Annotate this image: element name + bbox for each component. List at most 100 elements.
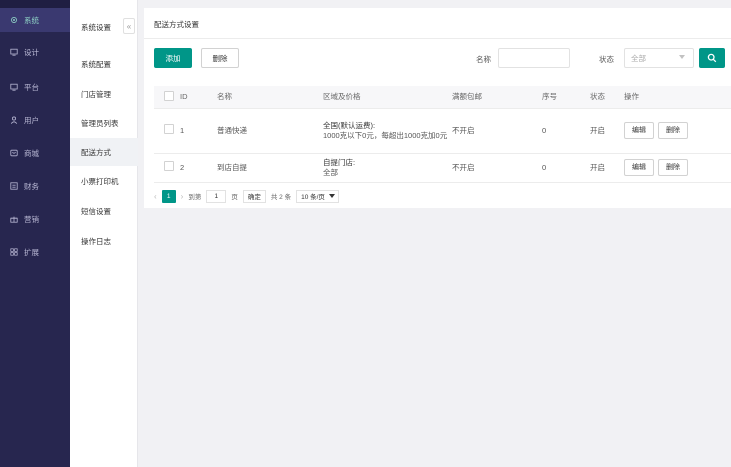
current-page-button[interactable]: 1 (161, 189, 176, 203)
cell-order: 0 (542, 153, 590, 183)
select-all-cell (154, 86, 180, 109)
page-unit-label: 页 (231, 194, 238, 201)
delete-button-label: 删除 (212, 53, 228, 63)
delete-button[interactable]: 删除 (658, 122, 688, 139)
subnav-item-receipt-printer[interactable]: 小票打印机 (70, 167, 138, 195)
sidebar-item-design[interactable]: 设计 (0, 40, 70, 64)
subnav-item-label: 系统配置 (81, 59, 111, 69)
gear-icon (10, 16, 18, 24)
goto-label: 到第 (188, 194, 202, 201)
page-size-value: 10 条/页 (301, 194, 325, 201)
cell-name: 普通快递 (217, 108, 323, 154)
cell-free-shipping: 不开启 (452, 153, 542, 183)
subnav-item-label: 门店管理 (81, 89, 111, 99)
next-page-button[interactable]: › (181, 192, 184, 201)
prev-page-button[interactable]: ‹ (154, 192, 157, 201)
name-filter-label: 名称 (476, 55, 491, 64)
total-count: 共 2 条 (270, 194, 292, 201)
search-icon (707, 53, 717, 63)
sidebar-item-label: 用户 (24, 115, 39, 125)
subnav-item-label: 操作日志 (81, 236, 111, 246)
subnav-item-sms-settings[interactable]: 短信设置 (70, 197, 138, 225)
subnav-item-operation-log[interactable]: 操作日志 (70, 227, 138, 255)
sidebar-item-label: 扩展 (24, 247, 39, 257)
col-header-name: 名称 (217, 86, 323, 109)
subnav-item-store-management[interactable]: 门店管理 (70, 80, 138, 108)
row-checkbox[interactable] (164, 124, 174, 134)
sidebar-item-label: 财务 (24, 181, 39, 191)
col-header-region-price: 区域及价格 (323, 86, 452, 109)
table-header-row: ID 名称 区域及价格 满额包邮 序号 状态 操作 (154, 86, 731, 109)
collapse-button[interactable]: « (123, 18, 135, 34)
delivery-settings-card: 配送方式设置 添加 删除 名称 状态 全部 ID 名称 区域及价格 满额包邮 序… (144, 8, 731, 208)
col-header-free-shipping: 满额包邮 (452, 86, 542, 109)
row-checkbox[interactable] (164, 161, 174, 171)
user-icon (10, 116, 18, 124)
sidebar-item-users[interactable]: 用户 (0, 108, 70, 132)
row-select-cell (154, 108, 180, 154)
table-row: 1 普通快递 全国(默认运费): 1000克以下0元，每超出1000克加0元 不… (154, 108, 731, 154)
subnav-item-admin-list[interactable]: 管理员列表 (70, 109, 138, 137)
subnav-item-label: 系统设置 (81, 22, 111, 32)
cell-region-price: 自提门店: 全部 (323, 153, 452, 183)
sidebar-top-strip (0, 0, 70, 8)
desktop-icon (10, 83, 18, 91)
grid-icon (10, 248, 18, 256)
col-header-order: 序号 (542, 86, 590, 109)
chevron-down-icon (679, 55, 685, 59)
subnav-item-label: 短信设置 (81, 206, 111, 216)
add-button-label: 添加 (165, 53, 181, 63)
col-header-id: ID (180, 86, 217, 109)
subnav-item-system-config[interactable]: 系统配置 (70, 50, 138, 78)
page-size-select[interactable]: 10 条/页 (296, 189, 339, 203)
delete-button[interactable]: 删除 (658, 159, 688, 176)
status-select[interactable]: 全部 (624, 48, 694, 68)
subnav-item-label: 配送方式 (81, 147, 111, 157)
goto-page-input[interactable]: 1 (206, 189, 227, 203)
sidebar-item-extend[interactable]: 扩展 (0, 240, 70, 264)
edit-button[interactable]: 编辑 (624, 122, 654, 139)
add-button[interactable]: 添加 (154, 48, 192, 68)
delivery-methods-table: ID 名称 区域及价格 满额包邮 序号 状态 操作 1 普通快递 全国(默认运费… (154, 86, 731, 183)
col-header-status: 状态 (590, 86, 624, 109)
main-content: 配送方式设置 添加 删除 名称 状态 全部 ID 名称 区域及价格 满额包邮 序… (138, 0, 731, 467)
name-search-input[interactable] (498, 48, 570, 68)
search-button[interactable] (699, 48, 725, 68)
cell-region-price: 全国(默认运费): 1000克以下0元，每超出1000克加0元 (323, 108, 452, 154)
divider (144, 38, 731, 39)
sidebar-item-mall[interactable]: 商城 (0, 141, 70, 165)
cell-status: 开启 (590, 153, 624, 183)
cell-order: 0 (542, 108, 590, 154)
row-select-cell (154, 153, 180, 183)
select-all-checkbox[interactable] (164, 90, 174, 101)
main-sidebar: 系统 设计 平台 用户 商城 财务 营销 扩展 (0, 0, 70, 467)
batch-delete-button[interactable]: 删除 (201, 48, 239, 68)
sidebar-item-marketing[interactable]: 营销 (0, 207, 70, 231)
status-select-value: 全部 (631, 53, 646, 63)
finance-icon (10, 182, 18, 190)
store-icon (10, 149, 18, 157)
region-title: 全国(默认运费): (323, 120, 376, 130)
sidebar-item-label: 系统 (24, 15, 39, 25)
gift-icon (10, 215, 18, 223)
col-header-actions: 操作 (624, 86, 731, 109)
sidebar-item-platform[interactable]: 平台 (0, 75, 70, 99)
subnav-item-delivery-methods[interactable]: 配送方式 (70, 138, 138, 166)
sidebar-item-finance[interactable]: 财务 (0, 174, 70, 198)
chevron-down-icon (328, 194, 335, 198)
sidebar-item-label: 平台 (24, 82, 39, 92)
monitor-icon (10, 48, 18, 56)
cell-id: 1 (180, 108, 217, 154)
subnav-item-label: 管理员列表 (81, 118, 119, 128)
sidebar-item-label: 商城 (24, 148, 39, 158)
status-filter-label: 状态 (599, 55, 614, 64)
page-title: 配送方式设置 (154, 20, 199, 29)
cell-actions: 编辑 删除 (624, 153, 731, 183)
sidebar-item-system[interactable]: 系统 (0, 8, 70, 32)
edit-button[interactable]: 编辑 (624, 159, 654, 176)
secondary-nav: 系统设置 « 系统配置 门店管理 管理员列表 配送方式 小票打印机 短信设置 操… (70, 0, 138, 467)
goto-confirm-button[interactable]: 确定 (242, 189, 266, 203)
pagination: ‹ 1 › 到第 1 页 确定 共 2 条 10 条/页 (154, 189, 344, 203)
cell-id: 2 (180, 153, 217, 183)
region-detail: 全部 (323, 167, 338, 177)
